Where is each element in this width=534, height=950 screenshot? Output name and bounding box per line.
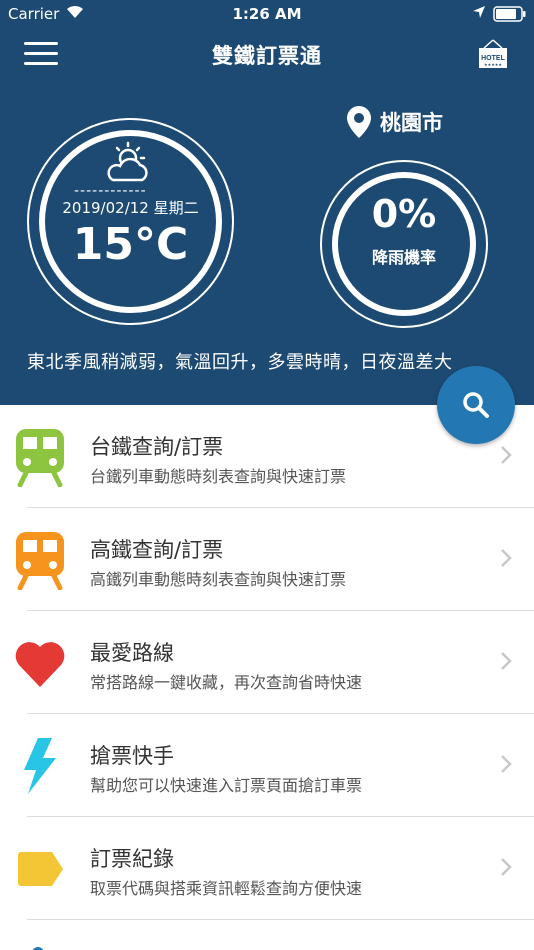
svg-text:HOTEL: HOTEL (481, 55, 505, 62)
list-item-title: 搶票快手 (90, 744, 174, 768)
partly-cloudy-icon (80, 140, 180, 188)
list-item-title: 高鐵查詢/訂票 (90, 538, 224, 562)
forecast-text: 東北季風稍減弱，氣溫回升，多雲時晴，日夜溫差大 (27, 352, 453, 373)
page-title: 雙鐵訂票通 (212, 44, 322, 68)
battery-icon (493, 6, 527, 26)
train-green-icon (14, 427, 66, 488)
divider (27, 919, 534, 920)
tag-icon (14, 839, 66, 899)
svg-text:★★★★★: ★★★★★ (484, 62, 502, 67)
list-item-subtitle: 高鐵列車動態時刻表查詢與快速訂票 (90, 570, 347, 589)
rain-probability-label: 降雨機率 (371, 248, 436, 267)
partial-list-item-icon (28, 940, 48, 950)
chevron-right-icon (500, 651, 512, 675)
weather-date: 2019/02/12 星期二 (62, 199, 199, 217)
chevron-right-icon (500, 548, 512, 572)
clock: 1:26 AM (232, 5, 302, 23)
hotel-button[interactable]: HOTEL ★★★★★ (476, 38, 510, 72)
list-item-title: 最愛路線 (90, 641, 174, 665)
temperature: 15°C (72, 219, 189, 270)
list-item-quick-booking[interactable]: 搶票快手 幫助您可以快速進入訂票頁面搶訂車票 (0, 714, 534, 817)
hotel-sign-icon: HOTEL ★★★★★ (479, 39, 507, 68)
list-item-subtitle: 取票代碼與搭乘資訊輕鬆查詢方便快速 (90, 879, 363, 898)
rain-probability: 0% (371, 192, 437, 236)
list-item-booking-records[interactable]: 訂票紀錄 取票代碼與搭乘資訊輕鬆查詢方便快速 (0, 817, 534, 920)
chevron-right-icon (500, 445, 512, 469)
list-item-tra[interactable]: 台鐵查詢/訂票 台鐵列車動態時刻表查詢與快速訂票 (0, 405, 534, 508)
location-pin-icon (345, 105, 373, 143)
status-bar: Carrier 1:26 AM (0, 0, 534, 28)
lightning-icon (14, 736, 66, 796)
list-item-subtitle: 台鐵列車動態時刻表查詢與快速訂票 (90, 467, 347, 486)
location-arrow-icon (472, 5, 486, 23)
city-name: 桃園市 (380, 111, 443, 135)
weather-header: Carrier 1:26 AM 雙鐵訂票通 HOTEL ★★★★★ ------… (0, 0, 534, 405)
list-item-subtitle: 常搭路線一鍵收藏，再次查詢省時快速 (90, 673, 363, 692)
feature-list: 台鐵查詢/訂票 台鐵列車動態時刻表查詢與快速訂票 高鐵查詢/訂票 高鐵列車動態時… (0, 405, 534, 920)
chevron-right-icon (500, 754, 512, 778)
list-item-title: 台鐵查詢/訂票 (90, 435, 224, 459)
list-item-thsr[interactable]: 高鐵查詢/訂票 高鐵列車動態時刻表查詢與快速訂票 (0, 508, 534, 611)
nav-bar: 雙鐵訂票通 HOTEL ★★★★★ (0, 30, 534, 80)
list-item-favorites[interactable]: 最愛路線 常搭路線一鍵收藏，再次查詢省時快速 (0, 611, 534, 714)
list-item-subtitle: 幫助您可以快速進入訂票頁面搶訂車票 (90, 776, 363, 795)
chevron-right-icon (500, 857, 512, 881)
train-orange-icon (14, 530, 66, 591)
heart-icon (14, 633, 66, 693)
list-item-title: 訂票紀錄 (90, 847, 174, 871)
